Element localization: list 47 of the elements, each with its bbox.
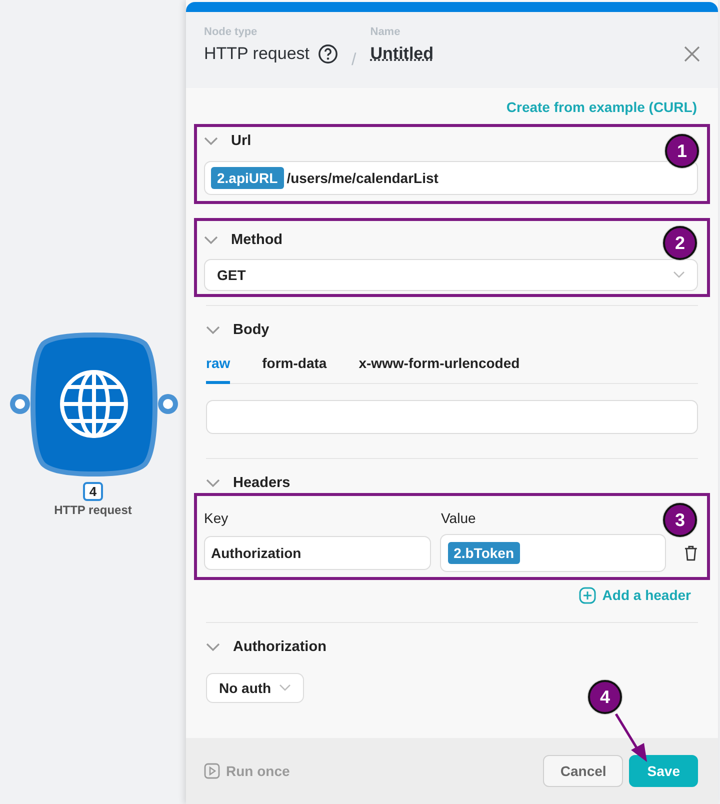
play-icon [204,763,220,779]
column-label: Value [441,510,476,526]
caret-icon [279,684,292,692]
method-select[interactable]: GET [204,259,698,291]
auth-select[interactable]: No auth [206,673,304,703]
key-field[interactable]: Authorization [204,536,431,570]
cancel-button[interactable]: Cancel [543,755,624,787]
trash-icon[interactable] [684,545,698,561]
caret-icon [673,271,685,279]
chevron-icon[interactable] [204,136,218,146]
connector-port[interactable] [158,394,178,414]
body-tab[interactable]: x-www-form-urlencoded [358,355,520,384]
body-tab[interactable]: form-data [262,355,327,384]
node-type: HTTP request [204,44,310,64]
variable-token: 2.apiURL [211,167,284,189]
callout-marker: 4 [588,680,622,714]
globe-icon [60,370,128,438]
section-title: Url [231,133,252,149]
url-path: /users/me/calendarList [286,170,438,186]
chevron-icon[interactable] [206,642,220,652]
close-icon[interactable] [684,46,700,62]
pointer-arrow [614,713,647,762]
variable-token: 2.bToken [448,542,520,564]
chevron-icon[interactable] [206,326,220,334]
callout-marker: 3 [663,503,697,537]
section-title: Method [231,232,283,248]
node-label: HTTP request [54,503,132,517]
section-title: Headers [233,475,290,491]
url-field[interactable]: 2.apiURL /users/me/calendarList [204,161,698,195]
chevron-icon[interactable] [204,236,218,244]
connector-port[interactable] [10,394,30,414]
help-icon[interactable] [318,44,338,64]
body-tab[interactable]: raw [206,355,230,384]
step-badge: 4 [83,482,103,501]
column-label: Key [204,510,230,526]
section-title: Body [233,322,270,338]
field-caption: Node type [204,26,258,38]
callout-marker: 2 [663,226,697,260]
value-field[interactable]: 2.bToken [440,534,666,572]
section-title: Authorization [233,639,326,655]
callout-marker: 1 [665,134,699,168]
body-field[interactable] [206,400,698,434]
field-caption: Name [370,26,402,38]
chevron-icon[interactable] [206,478,220,488]
node-name[interactable]: Untitled [370,44,434,64]
separator: / [352,50,356,71]
plus-icon [579,586,596,604]
